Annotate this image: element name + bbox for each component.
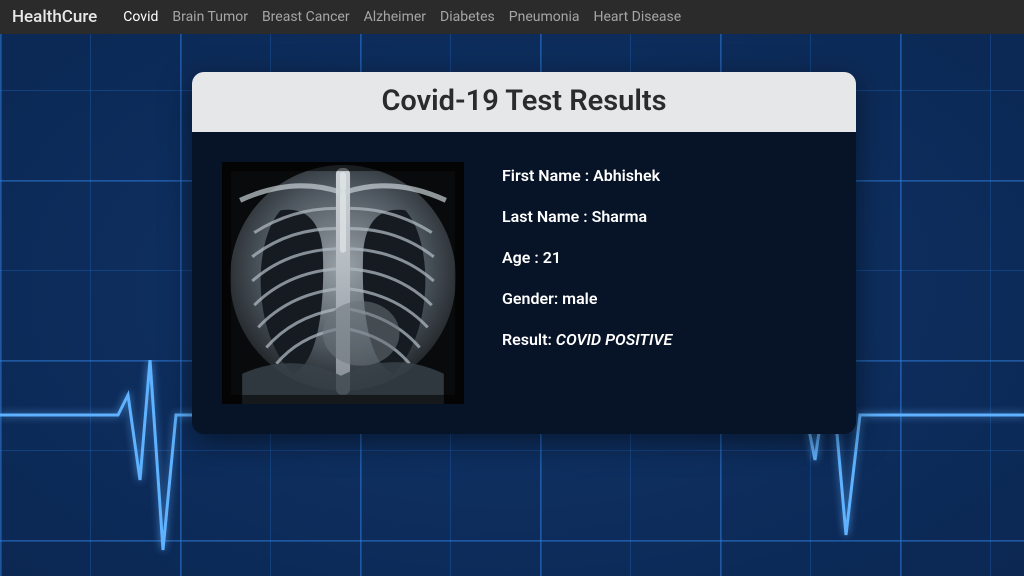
patient-info: First Name : Abhishek Last Name : Sharma… <box>502 162 672 404</box>
result-value: COVID POSITIVE <box>556 330 672 349</box>
first-name-label: First Name : <box>502 166 593 185</box>
nav-item-alzheimer[interactable]: Alzheimer <box>364 9 426 25</box>
nav-item-diabetes[interactable]: Diabetes <box>440 9 495 25</box>
last-name-label: Last Name : <box>502 207 592 226</box>
xray-image <box>222 162 464 404</box>
result-row: Result: COVID POSITIVE <box>502 330 672 349</box>
navbar: HealthCure Covid Brain Tumor Breast Canc… <box>0 0 1024 34</box>
nav-item-breast-cancer[interactable]: Breast Cancer <box>262 9 350 25</box>
gender-value: male <box>562 289 597 308</box>
nav-item-heart-disease[interactable]: Heart Disease <box>593 9 681 25</box>
nav-item-covid[interactable]: Covid <box>123 9 158 25</box>
last-name-value: Sharma <box>592 207 648 226</box>
nav-item-pneumonia[interactable]: Pneumonia <box>509 9 580 25</box>
last-name-row: Last Name : Sharma <box>502 207 672 226</box>
first-name-value: Abhishek <box>593 166 660 185</box>
gender-row: Gender: male <box>502 289 672 308</box>
result-label: Result: <box>502 330 556 349</box>
age-label: Age : <box>502 248 543 267</box>
card-title: Covid-19 Test Results <box>192 72 856 132</box>
first-name-row: First Name : Abhishek <box>502 166 672 185</box>
card-body: First Name : Abhishek Last Name : Sharma… <box>192 132 856 434</box>
gender-label: Gender: <box>502 289 562 308</box>
age-value: 21 <box>543 248 561 267</box>
results-card: Covid-19 Test Results <box>192 72 856 434</box>
age-row: Age : 21 <box>502 248 672 267</box>
nav-item-brain-tumor[interactable]: Brain Tumor <box>172 9 248 25</box>
brand-label[interactable]: HealthCure <box>12 7 97 27</box>
